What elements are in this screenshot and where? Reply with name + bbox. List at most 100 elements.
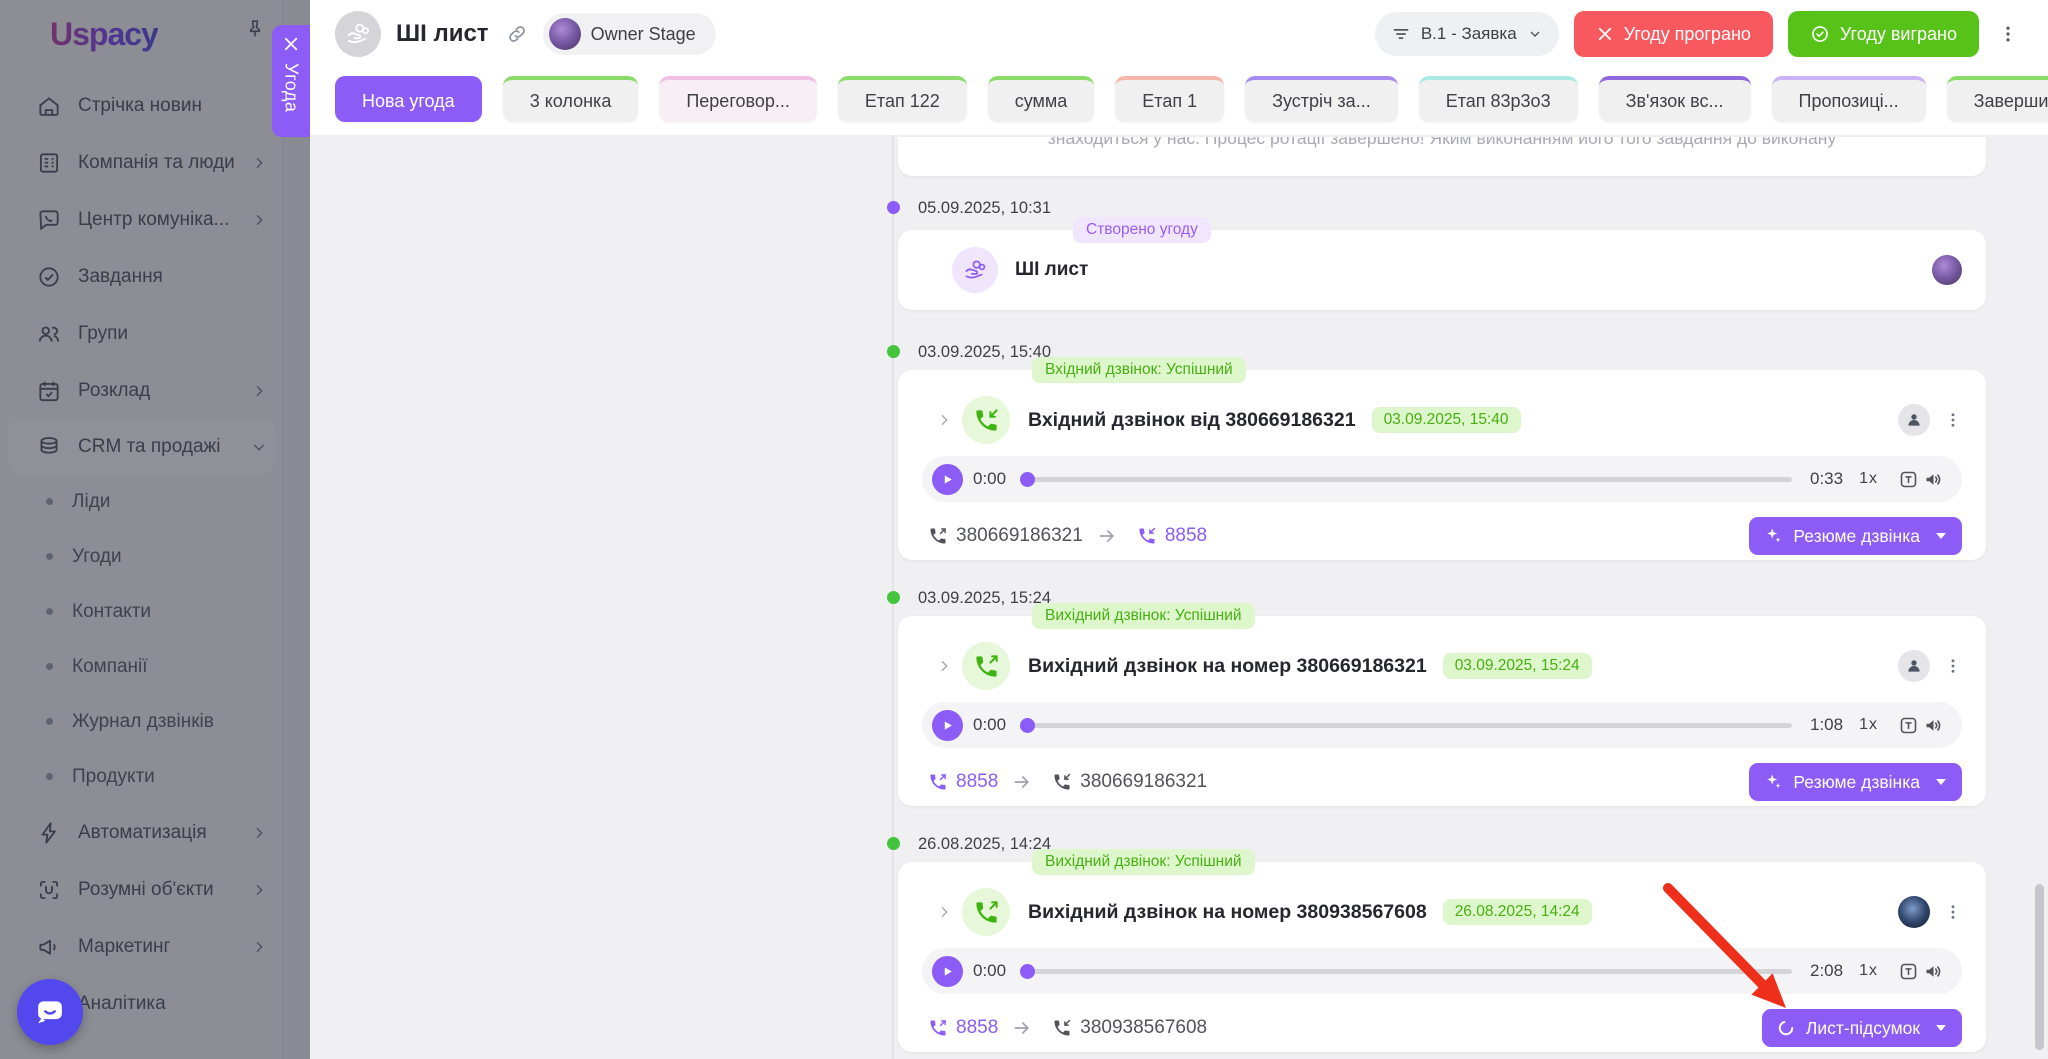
timeline-dot — [887, 345, 900, 358]
audio-player: 0:00 2:08 1x — [922, 948, 1962, 994]
call-datetime-pill: 03.09.2025, 15:40 — [1371, 407, 1521, 433]
outgoing-call-icon — [962, 888, 1010, 936]
owner-chip[interactable]: Owner Stage — [542, 13, 716, 55]
phone-out-icon — [928, 772, 948, 792]
support-chat-button[interactable] — [17, 979, 83, 1045]
seek-knob[interactable] — [1020, 963, 1036, 979]
chat-bubble-icon — [31, 993, 69, 1031]
funnel-select-value: В.1 - Заявка — [1420, 24, 1517, 43]
call-card: Вхідний дзвінок: Успішний Вхідний дзвіно… — [898, 357, 1986, 560]
phone-number-from[interactable]: 380669186321 — [928, 525, 1083, 547]
event-title: ШІ лист — [1015, 259, 1089, 280]
modal-backdrop[interactable] — [0, 0, 310, 1059]
dropdown-caret-icon[interactable] — [1936, 779, 1946, 785]
stage-chip[interactable]: Етап 83р3о3 — [1418, 76, 1578, 122]
deal-icon — [344, 20, 372, 48]
loading-icon — [1776, 1018, 1796, 1038]
stage-chip[interactable]: сумма — [987, 76, 1095, 122]
event-badge: Вихідний дзвінок: Успішний — [1032, 849, 1255, 875]
playback-speed[interactable]: 1x — [1859, 716, 1878, 734]
filter-icon — [1391, 24, 1411, 44]
stage-chip[interactable]: Етап 122 — [837, 76, 967, 122]
audio-player: 0:00 0:33 1x — [922, 456, 1962, 502]
play-button[interactable] — [932, 709, 963, 741]
play-button[interactable] — [932, 955, 963, 987]
current-time: 0:00 — [973, 961, 1007, 980]
clipped-card: знаходиться у нас. Процес ротації заверш… — [898, 137, 1986, 176]
stage-chip[interactable]: Зустріч за... — [1245, 76, 1398, 122]
seek-bar[interactable] — [1020, 471, 1792, 487]
stage-chip[interactable]: Завершити... — [1946, 76, 2048, 122]
kebab-menu-icon[interactable] — [1944, 657, 1962, 675]
call-summary-button[interactable]: Резюме дзвінка — [1749, 763, 1962, 801]
transcript-icon[interactable] — [1898, 961, 1919, 982]
stage-chip[interactable]: Зв'язок вс... — [1598, 76, 1751, 122]
playback-speed[interactable]: 1x — [1859, 470, 1878, 488]
kebab-menu-icon[interactable] — [1944, 411, 1962, 429]
funnel-select[interactable]: В.1 - Заявка — [1374, 12, 1559, 56]
transcript-icon[interactable] — [1898, 715, 1919, 736]
expand-icon[interactable] — [936, 658, 952, 674]
call-title: Вхідний дзвінок від 380669186321 — [1028, 408, 1356, 431]
phone-number-to[interactable]: 380669186321 — [1052, 771, 1207, 793]
phone-number-to[interactable]: 380938567608 — [1052, 1017, 1207, 1039]
current-time: 0:00 — [973, 715, 1007, 734]
dropdown-caret-icon[interactable] — [1936, 1025, 1946, 1031]
deal-avatar — [335, 11, 381, 57]
phone-number-from[interactable]: 8858 — [928, 771, 998, 793]
call-datetime-pill: 26.08.2025, 14:24 — [1442, 899, 1592, 925]
arrow-right-icon — [1012, 772, 1032, 792]
outgoing-call-icon — [962, 642, 1010, 690]
stage-chip[interactable]: Нова угода — [335, 76, 482, 122]
kebab-menu-icon[interactable] — [1994, 20, 2022, 48]
current-time: 0:00 — [973, 469, 1007, 488]
ai-sparkles-icon — [1763, 772, 1783, 792]
copy-link-icon[interactable] — [506, 23, 528, 45]
phone-number-to[interactable]: 8858 — [1137, 525, 1207, 547]
summary-letter-button[interactable]: Лист-підсумок — [1761, 1009, 1962, 1047]
stage-chip[interactable]: Переговор... — [659, 76, 817, 122]
deal-tab-label: Угода — [281, 63, 302, 113]
expand-icon[interactable] — [936, 412, 952, 428]
duration: 1:08 — [1810, 715, 1844, 734]
volume-icon[interactable] — [1923, 469, 1944, 490]
stage-chip[interactable]: Етап 1 — [1115, 76, 1225, 122]
volume-icon[interactable] — [1923, 715, 1944, 736]
kebab-menu-icon[interactable] — [1944, 903, 1962, 921]
call-card: Вихідний дзвінок: Успішний Вихідний дзві… — [898, 849, 1986, 1052]
playback-speed[interactable]: 1x — [1859, 962, 1878, 980]
duration: 2:08 — [1810, 961, 1844, 980]
expand-icon[interactable] — [936, 904, 952, 920]
phone-number-from[interactable]: 8858 — [928, 1017, 998, 1039]
deal-won-button[interactable]: Угоду виграно — [1787, 11, 1979, 57]
deal-icon — [952, 247, 998, 293]
event-badge: Створено угоду — [1073, 217, 1211, 243]
page-title: ШІ лист — [396, 20, 489, 47]
dropdown-caret-icon[interactable] — [1936, 533, 1946, 539]
stage-chip[interactable]: 3 колонка — [502, 76, 639, 122]
timeline-area: знаходиться у нас. Процес ротації заверш… — [310, 135, 2048, 1059]
deal-lost-button[interactable]: Угоду програно — [1573, 11, 1773, 57]
scrollbar-thumb[interactable] — [2035, 884, 2044, 1050]
timeline: знаходиться у нас. Процес ротації заверш… — [887, 135, 1986, 1059]
call-title: Вихідний дзвінок на номер 380669186321 — [1028, 654, 1427, 677]
seek-bar[interactable] — [1020, 717, 1792, 733]
close-icon[interactable] — [282, 35, 300, 53]
timeline-dot — [887, 591, 900, 604]
play-button[interactable] — [932, 463, 963, 495]
chevron-down-icon — [1527, 26, 1543, 42]
timeline-date: 05.09.2025, 10:31 — [887, 196, 1986, 220]
duration: 0:33 — [1810, 469, 1844, 488]
stage-chip[interactable]: Пропозиці... — [1771, 76, 1926, 122]
seek-knob[interactable] — [1020, 717, 1036, 733]
volume-icon[interactable] — [1923, 961, 1944, 982]
created-deal-card: Створено угоду ШІ лист — [898, 217, 1986, 310]
phone-in-icon — [1052, 772, 1072, 792]
seek-bar[interactable] — [1020, 963, 1792, 979]
seek-knob[interactable] — [1020, 471, 1036, 487]
avatar — [1932, 255, 1962, 285]
event-badge: Вихідний дзвінок: Успішний — [1032, 603, 1255, 629]
call-summary-button[interactable]: Резюме дзвінка — [1749, 517, 1962, 555]
deal-panel-tab[interactable]: Угода — [272, 25, 310, 137]
transcript-icon[interactable] — [1898, 469, 1919, 490]
